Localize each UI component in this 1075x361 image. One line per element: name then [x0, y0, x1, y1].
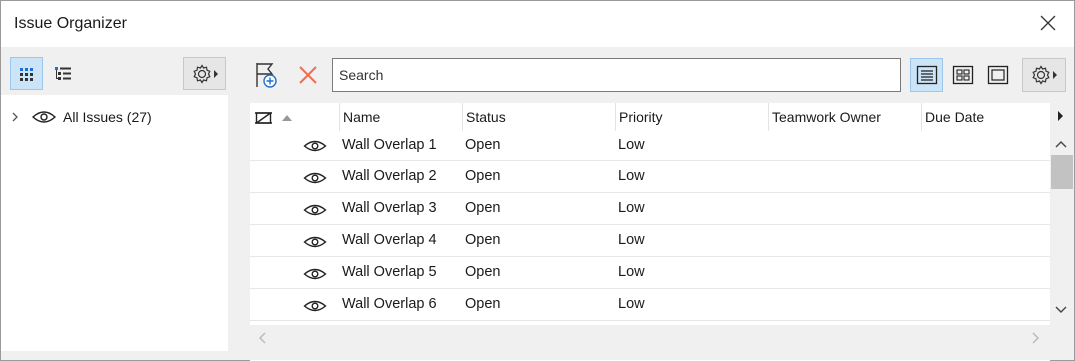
- gear-icon: [1032, 65, 1050, 85]
- new-issue-button[interactable]: [251, 59, 281, 91]
- eye-icon: [303, 268, 327, 280]
- scroll-down-button[interactable]: [1054, 303, 1070, 319]
- cell-status: Open: [465, 232, 501, 248]
- eye-icon: [303, 204, 327, 216]
- cell-name: Wall Overlap 4: [342, 232, 437, 248]
- eye-icon: [303, 172, 327, 184]
- window-title: Issue Organizer: [14, 15, 127, 32]
- cell-priority: Low: [618, 200, 645, 216]
- column-scroll-right-button[interactable]: [1056, 109, 1068, 123]
- close-icon: [1040, 15, 1056, 31]
- list-view-icon: [916, 65, 937, 85]
- grid-view-icon: [952, 65, 973, 85]
- column-header-priority[interactable]: Priority: [615, 103, 768, 131]
- gear-icon: [192, 63, 211, 84]
- table-row[interactable]: Wall Overlap 5 Open Low: [250, 257, 1050, 289]
- cell-name: Wall Overlap 6: [342, 296, 437, 312]
- issue-tree: All Issues (27): [1, 95, 228, 351]
- caret-right-icon: [213, 69, 218, 78]
- sort-column-header[interactable]: [250, 103, 298, 131]
- grid-view-button[interactable]: [946, 58, 979, 92]
- titlebar: Issue Organizer: [1, 1, 1074, 47]
- eye-icon: [31, 111, 57, 123]
- tree-view-button[interactable]: [46, 57, 79, 90]
- grid-header: Name Status Priority Teamwork Owner Due …: [250, 103, 1050, 131]
- cell-priority: Low: [618, 296, 645, 312]
- cell-priority: Low: [618, 168, 645, 184]
- scroll-up-button[interactable]: [1054, 137, 1070, 153]
- column-header-teamwork-owner[interactable]: Teamwork Owner: [768, 103, 921, 131]
- cell-priority: Low: [618, 137, 645, 153]
- tree-item-all-issues[interactable]: All Issues (27): [9, 107, 152, 127]
- eye-icon: [303, 140, 327, 152]
- cell-name: Wall Overlap 3: [342, 200, 437, 216]
- delete-issue-button[interactable]: [294, 61, 322, 89]
- list-view-button[interactable]: [910, 58, 943, 92]
- right-toolbar: [241, 47, 1074, 103]
- cell-status: Open: [465, 168, 501, 184]
- new-issue-flag-icon: [256, 63, 277, 88]
- column-header-due-date[interactable]: Due Date: [921, 103, 1050, 131]
- close-button[interactable]: [1038, 13, 1058, 33]
- flat-view-button[interactable]: [10, 57, 43, 90]
- chevron-left-icon: [259, 332, 266, 344]
- chevron-up-icon: [1055, 141, 1067, 148]
- chevron-right-icon: [1032, 332, 1039, 344]
- table-row[interactable]: Wall Overlap 1 Open Low: [250, 131, 1050, 161]
- right-settings-button[interactable]: [1022, 58, 1066, 92]
- cell-name: Wall Overlap 1: [342, 137, 437, 153]
- left-settings-button[interactable]: [183, 57, 226, 90]
- cell-status: Open: [465, 296, 501, 312]
- cell-status: Open: [465, 137, 501, 153]
- table-row[interactable]: Wall Overlap 4 Open Low: [250, 225, 1050, 257]
- vertical-scrollbar[interactable]: [1050, 103, 1074, 325]
- eye-icon: [303, 236, 327, 248]
- delete-icon: [299, 66, 317, 84]
- table-row[interactable]: Wall Overlap 3 Open Low: [250, 193, 1050, 225]
- issues-grid: Name Status Priority Teamwork Owner Due …: [250, 103, 1050, 361]
- table-row[interactable]: Wall Overlap 6 Open Low: [250, 289, 1050, 321]
- single-view-button[interactable]: [981, 58, 1014, 92]
- single-view-icon: [987, 65, 1008, 85]
- table-row[interactable]: Wall Overlap 2 Open Low: [250, 161, 1050, 193]
- sort-ascending-icon: [281, 115, 292, 122]
- cell-status: Open: [465, 264, 501, 280]
- search-input[interactable]: [332, 58, 901, 92]
- chevron-down-icon: [1055, 306, 1067, 313]
- issue-organizer-window: Issue Organizer All Issues (27) Search N…: [0, 0, 1075, 361]
- column-header-status[interactable]: Status: [462, 103, 615, 131]
- cell-priority: Low: [618, 264, 645, 280]
- scroll-thumb[interactable]: [1051, 155, 1073, 189]
- scroll-right-button[interactable]: [1028, 331, 1044, 347]
- column-header-name[interactable]: Name: [339, 103, 462, 131]
- tree-view-icon: [54, 66, 71, 80]
- cell-priority: Low: [618, 232, 645, 248]
- flat-view-icon: [19, 67, 33, 81]
- left-toolbar: [1, 47, 235, 95]
- eye-icon: [303, 300, 327, 312]
- caret-right-icon: [1053, 71, 1057, 79]
- cell-status: Open: [465, 200, 501, 216]
- scroll-left-button[interactable]: [256, 331, 272, 347]
- tree-item-label: All Issues (27): [63, 109, 152, 125]
- issue-type-icon: [255, 112, 272, 124]
- cell-name: Wall Overlap 2: [342, 168, 437, 184]
- cell-name: Wall Overlap 5: [342, 264, 437, 280]
- chevron-right-icon: [12, 112, 18, 122]
- caret-right-icon: [1058, 111, 1063, 121]
- visibility-column-header[interactable]: [298, 103, 339, 131]
- horizontal-scrollbar[interactable]: [250, 325, 1050, 360]
